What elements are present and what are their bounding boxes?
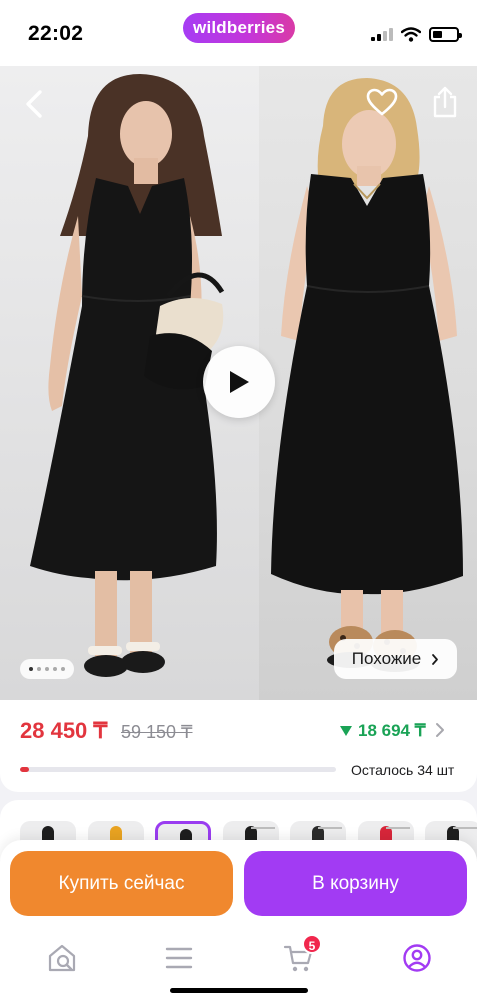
back-button[interactable] <box>16 86 52 122</box>
play-icon <box>230 371 249 393</box>
price-discount[interactable]: 18 694 ₸ <box>339 721 426 741</box>
stock-progress-bar <box>20 767 336 772</box>
home-indicator <box>170 988 308 993</box>
status-bar: 22:02 wildberries <box>0 0 477 66</box>
chevron-right-icon <box>432 653 439 665</box>
chevron-right-icon[interactable] <box>435 722 445 738</box>
brand-logo: wildberries <box>183 13 295 43</box>
cart-count-badge: 5 <box>302 934 322 954</box>
pagination-dot <box>29 667 33 671</box>
signal-icon <box>371 27 393 41</box>
share-button[interactable] <box>425 82 465 122</box>
tab-profile[interactable] <box>397 938 437 978</box>
status-time: 22:02 <box>28 22 84 45</box>
price-card: 28 450 ₸ 59 150 ₸ 18 694 ₸ Осталось 34 ш… <box>0 700 477 792</box>
favorite-button[interactable] <box>362 82 402 122</box>
pagination-dot <box>37 667 41 671</box>
old-price: 59 150 ₸ <box>121 722 193 742</box>
pagination-dot <box>45 667 49 671</box>
tab-home[interactable] <box>42 938 82 978</box>
wifi-icon <box>401 26 421 42</box>
stock-remaining: Осталось 34 шт <box>351 762 455 778</box>
tab-catalog[interactable] <box>159 938 199 978</box>
play-video-button[interactable] <box>203 346 275 418</box>
similar-label: Похожие <box>351 649 422 668</box>
add-to-cart-button[interactable]: В корзину <box>244 851 467 916</box>
price-discount-value: 18 694 ₸ <box>358 721 426 740</box>
buy-now-button[interactable]: Купить сейчас <box>10 851 233 916</box>
chevron-left-icon <box>26 90 42 118</box>
pagination-dot <box>53 667 57 671</box>
product-gallery[interactable]: Похожие <box>0 66 477 700</box>
system-icons <box>371 24 462 44</box>
share-icon <box>433 86 457 118</box>
bottom-panel: Купить сейчас В корзину 5 <box>0 840 477 999</box>
tab-bar: 5 <box>0 934 477 980</box>
menu-icon <box>165 947 193 969</box>
pagination-dot <box>61 667 65 671</box>
profile-icon <box>403 944 431 972</box>
stock-progress-fill <box>20 767 30 772</box>
heart-icon <box>366 88 398 116</box>
product-photo-2[interactable] <box>259 66 477 700</box>
battery-icon <box>429 26 462 42</box>
tab-cart[interactable]: 5 <box>278 934 322 978</box>
current-price: 28 450 ₸ <box>20 718 108 743</box>
similar-button[interactable]: Похожие <box>334 639 457 679</box>
gallery-pagination <box>20 659 74 679</box>
home-search-icon <box>48 944 76 972</box>
triangle-down-icon <box>340 726 352 736</box>
product-page: 22:02 wildberries Похожие 28 450 ₸ 59 15… <box>0 0 477 999</box>
